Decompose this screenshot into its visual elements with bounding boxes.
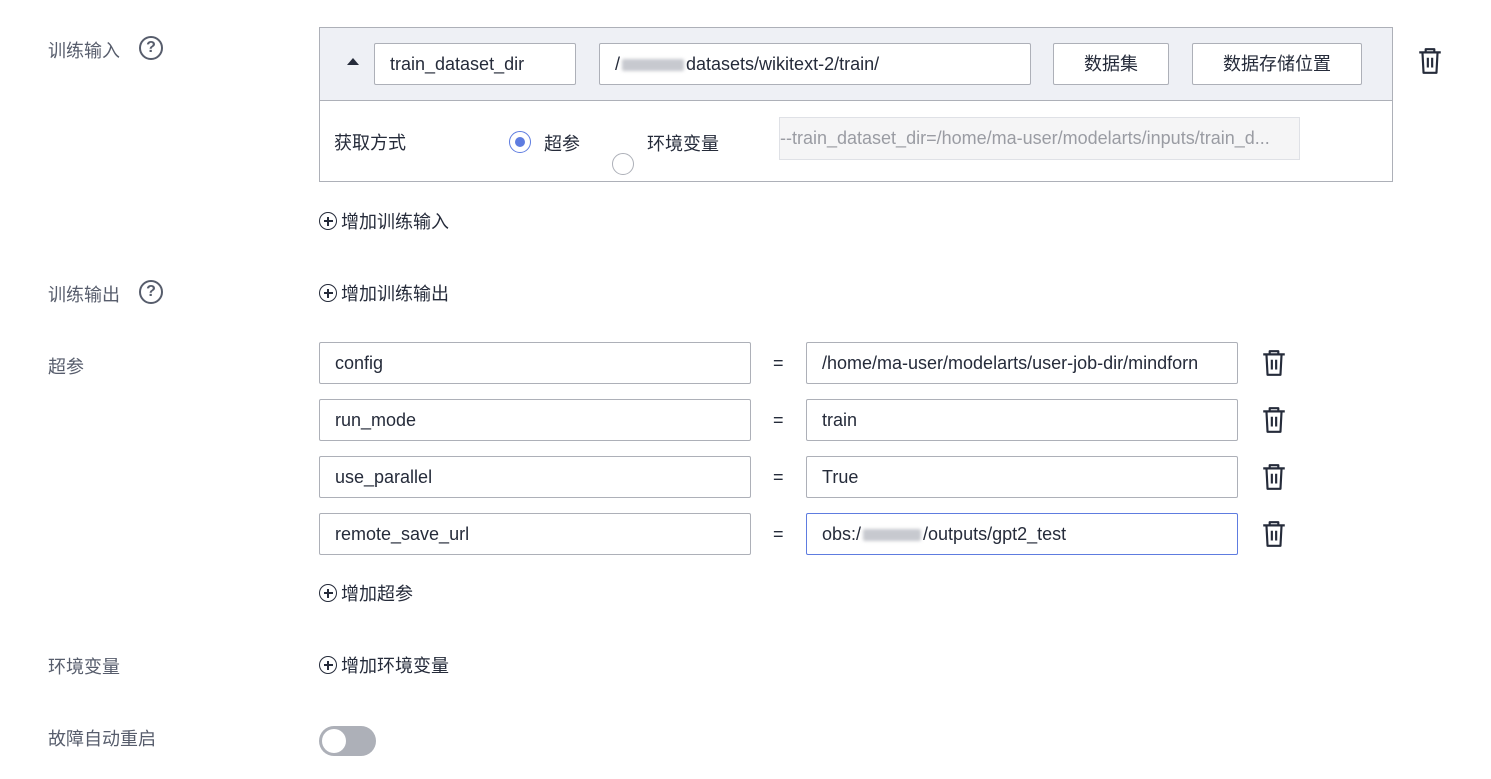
toggle-knob (322, 729, 346, 753)
radio-env-var-label[interactable]: 环境变量 (647, 130, 719, 156)
radio-hyperparam[interactable] (509, 131, 531, 153)
add-env-var-label: 增加环境变量 (341, 656, 449, 676)
add-hyperparam-link[interactable]: 增加超参 (319, 580, 413, 606)
command-preview: --train_dataset_dir=/home/ma-user/modela… (779, 117, 1300, 160)
radio-env-var[interactable] (612, 153, 634, 175)
hyperparam-key-input[interactable]: use_parallel (319, 456, 751, 498)
value-prefix: obs:/ (822, 524, 862, 544)
equals-sign: = (773, 410, 784, 430)
env-vars-label: 环境变量 (48, 657, 120, 677)
hyperparams-label: 超参 (48, 357, 84, 377)
delete-hyperparam-trash-icon[interactable] (1261, 520, 1287, 548)
add-training-output-label: 增加训练输出 (341, 284, 449, 304)
plus-circle-icon (319, 212, 337, 230)
question-circle-icon[interactable]: ? (139, 36, 163, 60)
auto-restart-toggle[interactable] (319, 726, 376, 756)
path-suffix: datasets/wikitext-2/train/ (686, 54, 880, 74)
hyperparam-value-input[interactable]: obs:/ /outputs/gpt2_test (806, 513, 1238, 555)
hyperparam-key-input[interactable]: config (319, 342, 751, 384)
radio-hyperparam-label[interactable]: 超参 (544, 130, 580, 156)
delete-hyperparam-trash-icon[interactable] (1261, 349, 1287, 377)
training-output-label: 训练输出 (48, 285, 120, 305)
add-training-input-label: 增加训练输入 (341, 212, 449, 232)
equals-sign: = (773, 467, 784, 487)
input-path-field[interactable]: / datasets/wikitext-2/train/ (599, 43, 1031, 85)
dataset-button[interactable]: 数据集 (1053, 43, 1169, 85)
hyperparam-value-input[interactable]: /home/ma-user/modelarts/user-job-dir/min… (806, 342, 1238, 384)
equals-sign: = (773, 353, 784, 373)
plus-circle-icon (319, 656, 337, 674)
plus-circle-icon (319, 284, 337, 302)
value-suffix: /outputs/gpt2_test (923, 524, 1067, 544)
plus-circle-icon (319, 584, 337, 602)
training-input-label: 训练输入 (48, 41, 120, 61)
training-input-card: train_dataset_dir / datasets/wikitext-2/t… (319, 27, 1393, 182)
collapse-caret-up-icon[interactable] (347, 58, 359, 65)
delete-hyperparam-trash-icon[interactable] (1261, 406, 1287, 434)
add-hyperparam-label: 增加超参 (341, 584, 413, 604)
redacted-bucket (622, 59, 685, 72)
hyperparam-value-input[interactable]: train (806, 399, 1238, 441)
hyperparam-key-input[interactable]: run_mode (319, 399, 751, 441)
hyperparam-value-input[interactable]: True (806, 456, 1238, 498)
add-env-var-link[interactable]: 增加环境变量 (319, 652, 449, 678)
equals-sign: = (773, 524, 784, 544)
delete-hyperparam-trash-icon[interactable] (1261, 463, 1287, 491)
storage-location-button[interactable]: 数据存储位置 (1192, 43, 1362, 85)
acquire-method-label: 获取方式 (334, 133, 406, 153)
question-circle-icon[interactable]: ? (139, 280, 163, 304)
add-training-output-link[interactable]: 增加训练输出 (319, 280, 449, 306)
hyperparam-key-input[interactable]: remote_save_url (319, 513, 751, 555)
auto-restart-label: 故障自动重启 (48, 729, 156, 749)
input-name-field[interactable]: train_dataset_dir (374, 43, 576, 85)
delete-input-trash-icon[interactable] (1417, 47, 1443, 75)
redacted-bucket (863, 529, 922, 542)
add-training-input-link[interactable]: 增加训练输入 (319, 208, 449, 234)
path-prefix: / (615, 54, 621, 74)
